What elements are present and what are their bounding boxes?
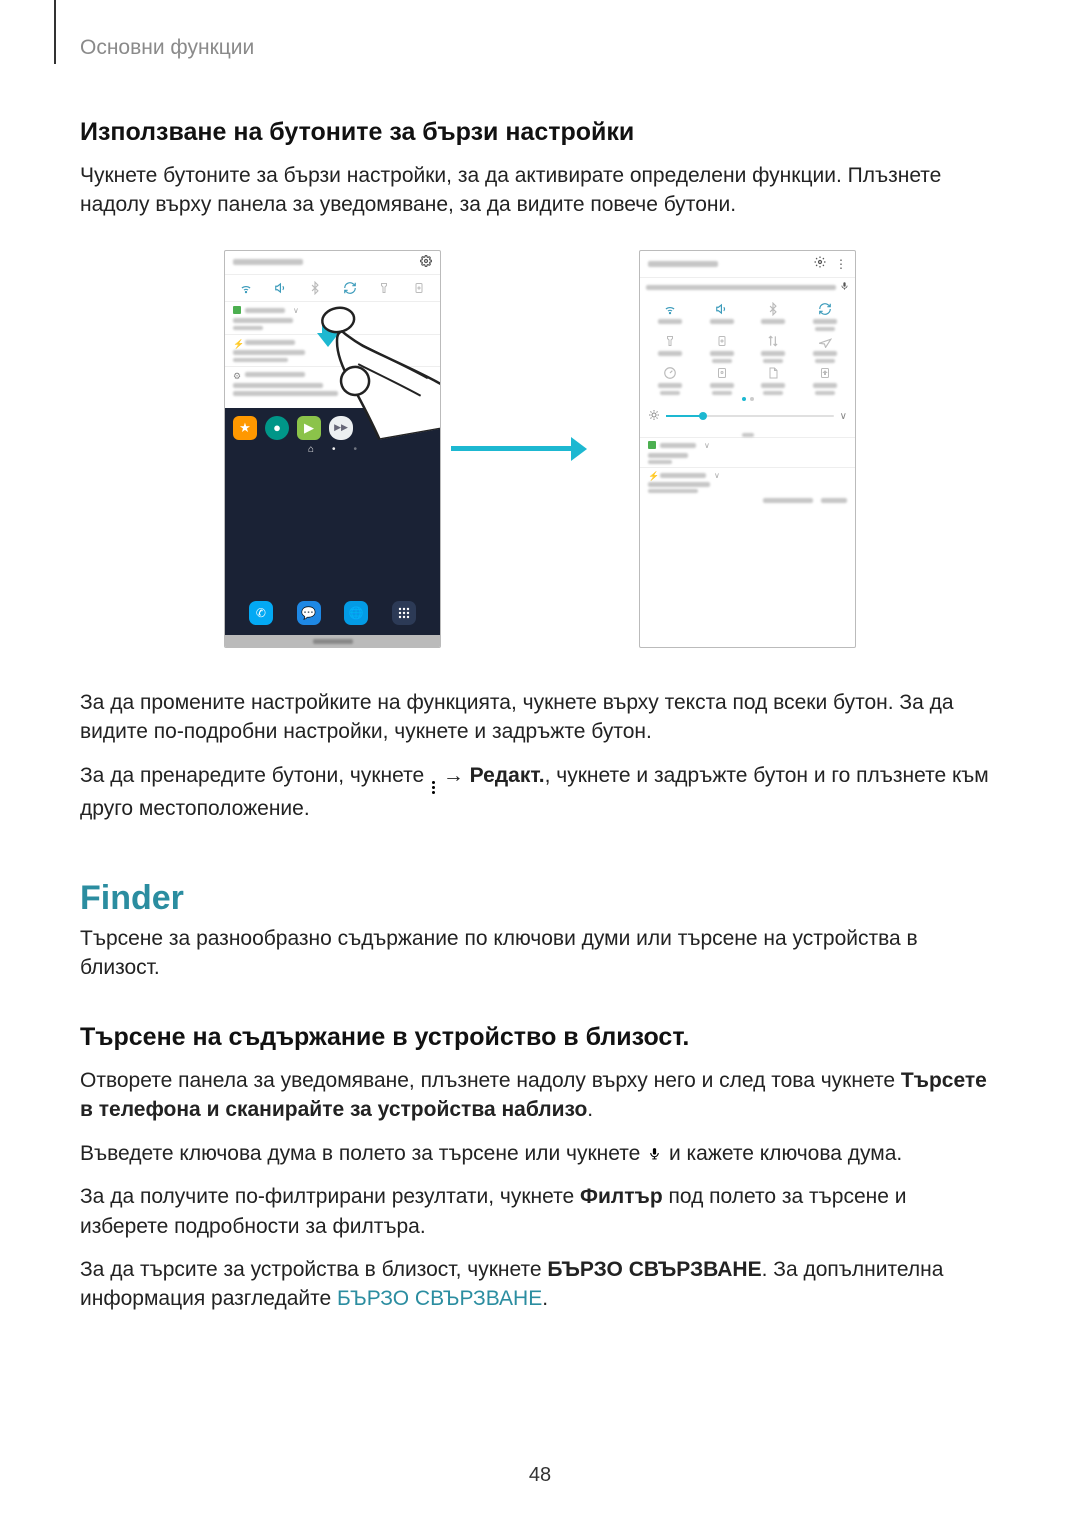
quick-settings-grid bbox=[640, 297, 855, 395]
section1-p2a: За да промените настройките на функцията… bbox=[80, 688, 1000, 747]
volume-icon bbox=[274, 281, 288, 295]
section1-p1: Чукнете бутоните за бързи настройки, за … bbox=[80, 161, 1000, 220]
app-dot-icon bbox=[648, 441, 656, 449]
data-icon bbox=[765, 333, 781, 349]
finder-p2: Отворете панела за уведомяване, плъзнете… bbox=[80, 1066, 1000, 1125]
search-placeholder bbox=[646, 285, 836, 290]
filter-label: Филтър bbox=[580, 1185, 663, 1208]
powersave-icon bbox=[714, 333, 730, 349]
finder-p4: За да получите по-филтрирани резултати, … bbox=[80, 1182, 1000, 1241]
rotate-icon bbox=[817, 301, 833, 317]
text: и кажете ключова дума. bbox=[663, 1142, 902, 1165]
brightness-icon bbox=[648, 409, 660, 424]
bluelight-icon bbox=[714, 365, 730, 381]
search-row bbox=[640, 278, 855, 297]
wifi-icon bbox=[239, 281, 253, 295]
notif-footer bbox=[640, 496, 855, 505]
wifi-icon bbox=[662, 301, 678, 317]
phone-screenshot-2: ⋮ bbox=[639, 250, 856, 648]
illustration-row: ∨ ⚡ ⚙ ★ bbox=[80, 250, 1000, 648]
text: За да търсите за устройства в близост, ч… bbox=[80, 1258, 547, 1281]
running-header: Основни функции bbox=[80, 0, 1000, 60]
text: За да получите по-филтрирани резултати, … bbox=[80, 1185, 580, 1208]
brightness-slider: ∨ bbox=[640, 403, 855, 430]
bolt-icon: ⚡ bbox=[233, 339, 241, 347]
section1-p2b: За да пренаредите бутони, чукнете → Реда… bbox=[80, 761, 1000, 823]
section1-title: Използване на бутоните за бързи настройк… bbox=[80, 118, 1000, 147]
finder-p1: Търсене за разнообразно съдържание по кл… bbox=[80, 924, 1000, 983]
apps-icon bbox=[392, 601, 416, 625]
phone-screenshot-1: ∨ ⚡ ⚙ ★ bbox=[224, 250, 441, 648]
notif-panel-header: ⋮ bbox=[640, 251, 855, 278]
footer-bar bbox=[225, 635, 440, 647]
finder-title: Finder bbox=[80, 879, 1000, 918]
bolt-icon: ⚡ bbox=[648, 471, 656, 479]
notification-item: ∨ bbox=[640, 437, 855, 467]
text: За да пренаредите бутони, чукнете bbox=[80, 764, 430, 787]
finder-subtitle: Търсене на съдържание в устройство в бли… bbox=[80, 1023, 1000, 1052]
more-icon: ⋮ bbox=[835, 257, 847, 271]
gear-icon bbox=[814, 257, 829, 271]
chevron-down-icon: ∨ bbox=[704, 441, 710, 450]
share-icon bbox=[817, 365, 833, 381]
speed-icon bbox=[662, 365, 678, 381]
app-icon: ● bbox=[265, 416, 289, 440]
edit-label: Редакт. bbox=[470, 764, 545, 787]
quick-connect-label: БЪРЗО СВЪРЗВАНЕ bbox=[547, 1258, 761, 1281]
pager bbox=[640, 395, 855, 403]
flashlight-icon bbox=[662, 333, 678, 349]
dock: ✆ 💬 🌐 bbox=[233, 595, 432, 635]
gear-icon: ⚙ bbox=[233, 371, 241, 379]
finder-p3: Въведете ключова дума в полето за търсен… bbox=[80, 1139, 1000, 1169]
text: . bbox=[587, 1098, 593, 1121]
brightness-link bbox=[742, 433, 754, 437]
file-icon bbox=[765, 365, 781, 381]
app-dot-icon bbox=[233, 306, 241, 314]
airplane-icon bbox=[817, 333, 833, 349]
bluetooth-icon bbox=[765, 301, 781, 317]
volume-icon bbox=[714, 301, 730, 317]
page: Основни функции Използване на бутоните з… bbox=[0, 0, 1080, 1527]
status-date bbox=[648, 261, 718, 267]
text: Въведете ключова дума в полето за търсен… bbox=[80, 1142, 646, 1165]
mic-icon bbox=[840, 280, 849, 295]
page-number: 48 bbox=[0, 1464, 1080, 1487]
browser-icon: 🌐 bbox=[344, 601, 368, 625]
text: Отворете панела за уведомяване, плъзнете… bbox=[80, 1069, 901, 1092]
status-date bbox=[233, 259, 303, 265]
finder-p5: За да търсите за устройства в близост, ч… bbox=[80, 1255, 1000, 1314]
text: . bbox=[542, 1287, 548, 1310]
text: → bbox=[437, 764, 470, 787]
arrow-right-icon bbox=[451, 446, 571, 451]
notification-item: ⚡∨ bbox=[640, 467, 855, 496]
chevron-down-icon: ∨ bbox=[714, 471, 720, 480]
phone-icon: ✆ bbox=[249, 601, 273, 625]
chevron-down-icon: ∨ bbox=[840, 411, 847, 422]
more-icon bbox=[432, 781, 435, 794]
quick-connect-link[interactable]: БЪРЗО СВЪРЗВАНЕ bbox=[337, 1287, 542, 1310]
chat-icon: 💬 bbox=[297, 601, 321, 625]
mic-icon bbox=[648, 1145, 661, 1169]
app-icon: ★ bbox=[233, 416, 257, 440]
